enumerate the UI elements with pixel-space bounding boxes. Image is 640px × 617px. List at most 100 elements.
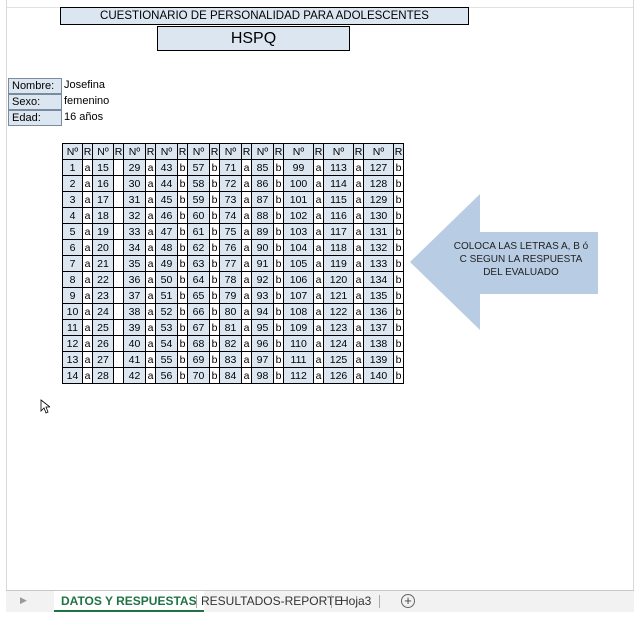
item-number-cell[interactable]: 88 xyxy=(251,207,274,224)
response-cell[interactable]: a xyxy=(241,159,252,176)
tab-datos-y-respuestas[interactable]: DATOS Y RESPUESTAS xyxy=(54,591,204,612)
column-header-response[interactable]: R xyxy=(113,143,124,160)
item-number-cell[interactable]: 101 xyxy=(283,191,314,208)
response-cell[interactable]: a xyxy=(145,175,156,192)
response-cell[interactable]: b xyxy=(209,255,220,272)
sex-label[interactable]: Sexo: xyxy=(8,94,62,110)
item-number-cell[interactable]: 109 xyxy=(283,319,314,336)
item-number-cell[interactable]: 1 xyxy=(62,159,83,176)
item-number-cell[interactable]: 113 xyxy=(323,159,354,176)
response-cell[interactable]: a xyxy=(241,367,252,384)
age-value[interactable]: 16 años xyxy=(64,110,103,126)
item-number-cell[interactable]: 24 xyxy=(92,303,114,320)
item-number-cell[interactable]: 90 xyxy=(251,239,274,256)
scroll-tabs-icon[interactable]: ▶ xyxy=(20,595,27,606)
item-number-cell[interactable]: 2 xyxy=(62,175,83,192)
response-cell[interactable]: a xyxy=(353,223,364,240)
item-number-cell[interactable]: 127 xyxy=(363,159,394,176)
item-number-cell[interactable]: 11 xyxy=(62,319,83,336)
item-number-cell[interactable]: 44 xyxy=(155,175,178,192)
response-cell[interactable]: b xyxy=(393,287,404,304)
response-cell[interactable]: a xyxy=(313,271,324,288)
item-number-cell[interactable]: 60 xyxy=(187,207,210,224)
item-number-cell[interactable]: 124 xyxy=(323,335,354,352)
response-cell[interactable]: a xyxy=(353,207,364,224)
column-header-number[interactable]: Nº xyxy=(92,143,114,160)
column-header-response[interactable]: R xyxy=(353,143,364,160)
item-number-cell[interactable]: 96 xyxy=(251,335,274,352)
item-number-cell[interactable]: 86 xyxy=(251,175,274,192)
response-cell[interactable]: b xyxy=(177,367,188,384)
item-number-cell[interactable]: 80 xyxy=(219,303,242,320)
response-cell[interactable]: b xyxy=(209,175,220,192)
column-header-response[interactable]: R xyxy=(273,143,284,160)
item-number-cell[interactable]: 118 xyxy=(323,239,354,256)
column-header-number[interactable]: Nº xyxy=(323,143,354,160)
response-cell[interactable]: a xyxy=(82,351,93,368)
column-header-response[interactable]: R xyxy=(313,143,324,160)
item-number-cell[interactable]: 89 xyxy=(251,223,274,240)
response-cell[interactable] xyxy=(113,191,124,208)
item-number-cell[interactable]: 6 xyxy=(62,239,83,256)
response-cell[interactable] xyxy=(113,271,124,288)
response-cell[interactable]: a xyxy=(353,191,364,208)
response-cell[interactable] xyxy=(113,255,124,272)
response-cell[interactable]: a xyxy=(313,175,324,192)
item-number-cell[interactable]: 73 xyxy=(219,191,242,208)
item-number-cell[interactable]: 48 xyxy=(155,239,178,256)
response-cell[interactable]: a xyxy=(313,351,324,368)
response-cell[interactable]: b xyxy=(209,367,220,384)
response-cell[interactable]: b xyxy=(209,319,220,336)
item-number-cell[interactable]: 51 xyxy=(155,287,178,304)
response-cell[interactable]: b xyxy=(209,351,220,368)
response-cell[interactable]: a xyxy=(145,207,156,224)
response-cell[interactable]: b xyxy=(209,335,220,352)
item-number-cell[interactable]: 9 xyxy=(62,287,83,304)
response-cell[interactable]: b xyxy=(273,255,284,272)
item-number-cell[interactable]: 79 xyxy=(219,287,242,304)
response-cell[interactable]: b xyxy=(177,287,188,304)
item-number-cell[interactable]: 55 xyxy=(155,351,178,368)
item-number-cell[interactable]: 78 xyxy=(219,271,242,288)
response-cell[interactable] xyxy=(113,303,124,320)
response-cell[interactable]: b xyxy=(273,191,284,208)
response-cell[interactable]: a xyxy=(353,255,364,272)
response-cell[interactable]: b xyxy=(273,159,284,176)
item-number-cell[interactable]: 31 xyxy=(123,191,146,208)
response-cell[interactable]: a xyxy=(241,287,252,304)
item-number-cell[interactable]: 57 xyxy=(187,159,210,176)
column-header-response[interactable]: R xyxy=(82,143,93,160)
response-cell[interactable]: b xyxy=(273,319,284,336)
item-number-cell[interactable]: 130 xyxy=(363,207,394,224)
item-number-cell[interactable]: 3 xyxy=(62,191,83,208)
item-number-cell[interactable]: 114 xyxy=(323,175,354,192)
item-number-cell[interactable]: 97 xyxy=(251,351,274,368)
response-cell[interactable]: a xyxy=(241,191,252,208)
response-cell[interactable]: b xyxy=(209,223,220,240)
response-cell[interactable]: a xyxy=(145,255,156,272)
item-number-cell[interactable]: 110 xyxy=(283,335,314,352)
response-cell[interactable] xyxy=(113,335,124,352)
item-number-cell[interactable]: 103 xyxy=(283,223,314,240)
column-header-response[interactable]: R xyxy=(241,143,252,160)
response-cell[interactable]: a xyxy=(241,271,252,288)
response-cell[interactable]: a xyxy=(145,319,156,336)
response-cell[interactable]: a xyxy=(313,255,324,272)
response-cell[interactable]: b xyxy=(273,303,284,320)
response-cell[interactable]: a xyxy=(353,239,364,256)
item-number-cell[interactable]: 72 xyxy=(219,175,242,192)
response-cell[interactable]: a xyxy=(82,303,93,320)
response-cell[interactable]: b xyxy=(273,351,284,368)
tab-resultados-reporte[interactable]: RESULTADOS-REPORTE xyxy=(201,591,342,612)
response-cell[interactable]: b xyxy=(209,191,220,208)
item-number-cell[interactable]: 70 xyxy=(187,367,210,384)
response-cell[interactable]: b xyxy=(273,223,284,240)
item-number-cell[interactable]: 83 xyxy=(219,351,242,368)
response-cell[interactable]: b xyxy=(209,159,220,176)
response-cell[interactable]: a xyxy=(313,335,324,352)
item-number-cell[interactable]: 39 xyxy=(123,319,146,336)
item-number-cell[interactable]: 139 xyxy=(363,351,394,368)
response-cell[interactable]: a xyxy=(353,351,364,368)
response-cell[interactable]: b xyxy=(273,175,284,192)
response-cell[interactable]: b xyxy=(177,255,188,272)
